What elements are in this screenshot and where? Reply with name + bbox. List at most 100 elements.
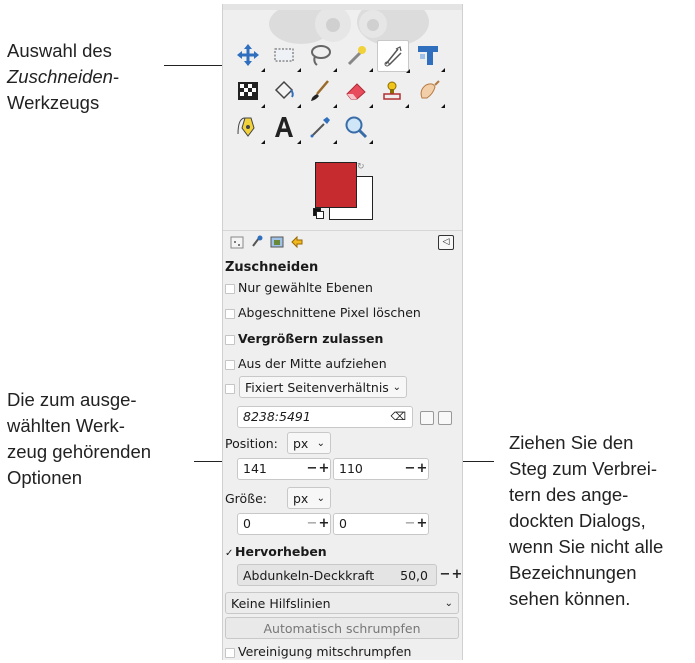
increment-button[interactable]: + xyxy=(416,459,428,479)
checkmark-icon[interactable]: ✓ xyxy=(225,548,235,559)
align-tool[interactable] xyxy=(413,40,445,72)
delete-cropped-option[interactable]: Abgeschnittene Pixel löschen xyxy=(225,305,421,320)
position-label: Position: xyxy=(225,436,278,451)
clear-icon[interactable]: ⌫ xyxy=(390,407,406,427)
color-picker-icon xyxy=(310,117,330,138)
tab-device-status[interactable] xyxy=(249,234,265,250)
checkbox[interactable] xyxy=(225,334,235,345)
fixed-mode-combo[interactable]: Fixiert Seitenverhältnis ⌄ xyxy=(239,376,407,398)
default-colors-icon[interactable] xyxy=(313,208,324,219)
dock-configure-button[interactable]: ◁ xyxy=(438,235,454,250)
smudge-icon xyxy=(420,80,440,99)
fixed-aspect-row xyxy=(225,380,238,395)
increment-button[interactable]: + xyxy=(416,514,428,534)
swap-colors-icon[interactable]: ↻ xyxy=(357,162,365,172)
callout-line: Ziehen Sie den xyxy=(509,432,634,453)
bucket-fill-tool[interactable] xyxy=(269,76,301,108)
chevron-down-icon: ⌄ xyxy=(316,493,325,504)
size-width-field[interactable]: 0 − + xyxy=(237,513,331,535)
foreground-color-swatch[interactable] xyxy=(315,162,357,208)
shrink-merged-option[interactable]: Vereinigung mitschrumpfen xyxy=(225,644,411,659)
decrement-button[interactable]: − xyxy=(439,565,451,585)
lasso-tool[interactable] xyxy=(305,40,337,72)
checkbox-label: Nur gewählte Ebenen xyxy=(238,280,373,295)
zoom-tool[interactable] xyxy=(341,112,373,144)
tab-undo-history[interactable] xyxy=(289,234,305,250)
chevron-down-icon: ⌄ xyxy=(316,438,325,449)
landscape-button[interactable] xyxy=(438,411,452,425)
dock-tab-bar: ◁ xyxy=(223,230,462,253)
callout-line: zeug gehörenden xyxy=(7,441,152,462)
callout-line: tern des ange- xyxy=(509,484,629,505)
allow-grow-option[interactable]: Vergrößern zulassen xyxy=(225,331,383,346)
darken-opacity-slider[interactable]: Abdunkeln-Deckkraft 50,0 xyxy=(237,564,437,586)
increment-button[interactable]: + xyxy=(451,565,462,585)
position-unit-combo[interactable]: px ⌄ xyxy=(287,432,331,454)
only-selected-layers-option[interactable]: Nur gewählte Ebenen xyxy=(225,280,373,295)
guides-value: Keine Hilfslinien xyxy=(231,596,331,611)
increment-button[interactable]: + xyxy=(318,514,330,534)
callout-hyphen: - xyxy=(112,66,120,87)
color-picker-tool[interactable] xyxy=(305,112,337,144)
crop-tool[interactable] xyxy=(377,40,410,73)
decrement-button[interactable]: − xyxy=(306,514,318,534)
fixed-mode-label: Fixiert Seitenverhältnis xyxy=(245,380,389,395)
portrait-button[interactable] xyxy=(420,411,434,425)
eraser-tool[interactable] xyxy=(341,76,373,108)
rect-select-tool[interactable] xyxy=(269,40,301,72)
paths-tool[interactable] xyxy=(233,112,265,144)
checkbox[interactable] xyxy=(225,359,235,370)
size-unit-combo[interactable]: px ⌄ xyxy=(287,487,331,509)
size-height-field[interactable]: 0 − + xyxy=(333,513,429,535)
callout-line: wählten Werk- xyxy=(7,415,125,436)
warp-tool[interactable] xyxy=(233,76,265,108)
lasso-icon xyxy=(311,45,331,66)
bucket-fill-icon xyxy=(274,80,294,100)
decrement-button[interactable]: − xyxy=(404,459,416,479)
paths-icon xyxy=(237,117,255,137)
increment-button[interactable]: + xyxy=(318,459,330,479)
position-y-field[interactable]: 110 − + xyxy=(333,458,429,480)
guides-combo[interactable]: Keine Hilfslinien ⌄ xyxy=(225,592,459,614)
callout-line: Steg zum Verbrei- xyxy=(509,458,658,479)
text-tool[interactable] xyxy=(269,112,301,144)
size-width-value: 0 xyxy=(243,516,251,531)
highlight-option[interactable]: ✓ Hervorheben xyxy=(225,544,327,559)
checkbox[interactable] xyxy=(225,647,235,658)
smudge-tool[interactable] xyxy=(413,76,445,108)
callout-line: Die zum ausge- xyxy=(7,389,137,410)
decrement-button[interactable]: − xyxy=(306,459,318,479)
clone-icon xyxy=(383,81,401,100)
checkbox-label: Vergrößern zulassen xyxy=(238,331,384,346)
size-label: Größe: xyxy=(225,491,267,506)
tab-images[interactable] xyxy=(269,234,285,250)
fixed-checkbox[interactable] xyxy=(225,383,235,394)
tab-tool-options[interactable] xyxy=(229,234,245,250)
callout-line: dockten Dialogs, xyxy=(509,510,646,531)
paintbrush-tool[interactable] xyxy=(305,76,337,108)
clone-tool[interactable] xyxy=(377,76,409,108)
callout-line: sehen können. xyxy=(509,588,631,609)
fuzzy-select-tool[interactable] xyxy=(341,40,373,72)
aspect-ratio-field[interactable]: 8238:5491 ⌫ xyxy=(237,406,413,428)
zoom-icon xyxy=(345,116,368,139)
callout-line: Auswahl des xyxy=(7,40,112,61)
decrement-button[interactable]: − xyxy=(404,514,416,534)
size-height-value: 0 xyxy=(339,516,347,531)
highlight-label: Hervorheben xyxy=(235,544,327,559)
callout-line: wenn Sie nicht alle xyxy=(509,536,664,557)
callout-line: Bezeichnungen xyxy=(509,562,637,583)
darken-value: 50,0 xyxy=(400,568,428,583)
toolbox-panel: ↻ ◁ Zuschneiden Nur gewählte Ebenen Abge… xyxy=(222,4,463,660)
checkbox[interactable] xyxy=(225,308,235,319)
position-x-field[interactable]: 141 − + xyxy=(237,458,331,480)
paintbrush-icon xyxy=(311,80,329,101)
auto-shrink-button[interactable]: Automatisch schrumpfen xyxy=(225,617,459,639)
checkbox[interactable] xyxy=(225,283,235,294)
undo-history-icon xyxy=(291,235,303,249)
crop-icon xyxy=(384,46,402,67)
expand-center-option[interactable]: Aus der Mitte aufziehen xyxy=(225,356,387,371)
images-icon xyxy=(270,236,284,248)
position-x-value: 141 xyxy=(243,461,267,476)
move-tool[interactable] xyxy=(233,40,265,72)
